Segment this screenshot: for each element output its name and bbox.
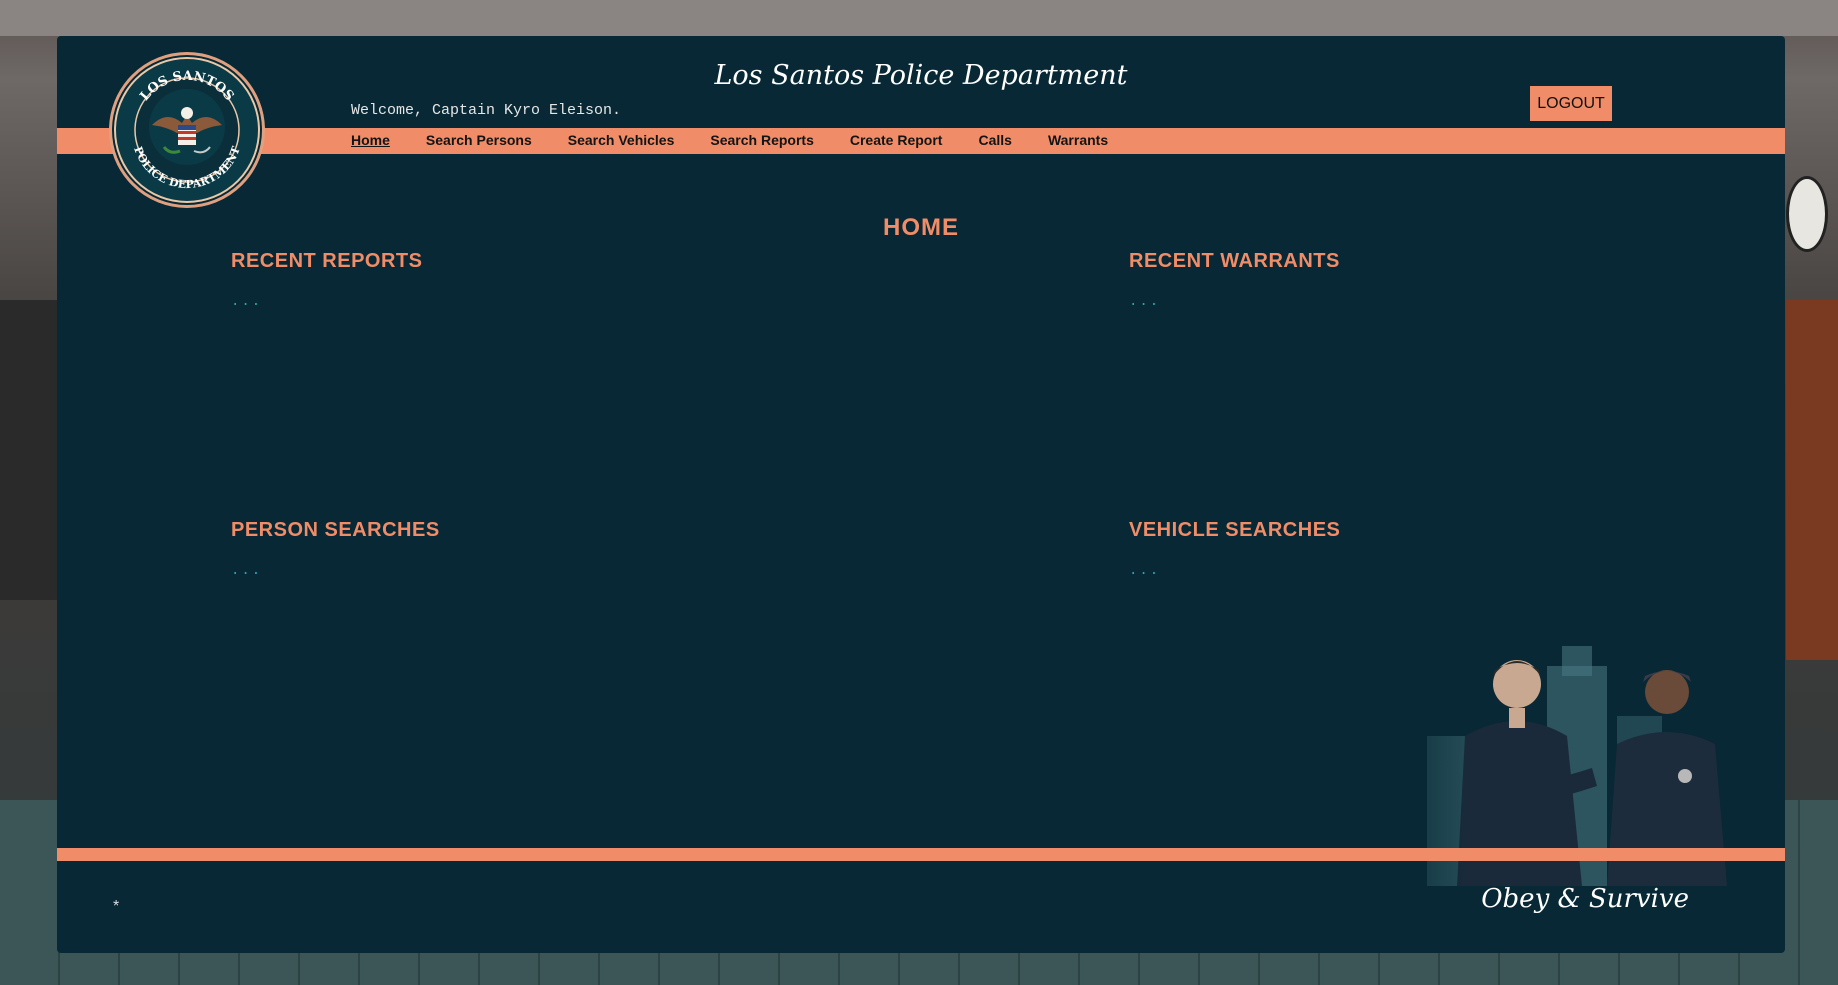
- nav-item-search-reports[interactable]: Search Reports: [710, 132, 813, 148]
- logout-button[interactable]: LOGOUT: [1530, 86, 1612, 121]
- recent-reports-list: ...: [231, 294, 263, 310]
- nav-item-search-vehicles[interactable]: Search Vehicles: [568, 132, 675, 148]
- recent-reports-title: RECENT REPORTS: [231, 250, 423, 272]
- background-ceiling: [0, 0, 1838, 36]
- background-clock: [1786, 176, 1828, 252]
- mdt-panel: LOS SANTOS POLICE DEPARTMENT Los Santos …: [57, 36, 1785, 953]
- nav-item-warrants[interactable]: Warrants: [1048, 132, 1108, 148]
- page-title: HOME: [883, 214, 959, 241]
- vehicle-searches-title: VEHICLE SEARCHES: [1129, 519, 1341, 541]
- nav-item-calls[interactable]: Calls: [978, 132, 1011, 148]
- nav-item-search-persons[interactable]: Search Persons: [426, 132, 532, 148]
- vehicle-searches-list: ...: [1129, 563, 1161, 579]
- nav-item-home[interactable]: Home: [351, 132, 390, 148]
- welcome-message: Welcome, Captain Kyro Eleison.: [351, 102, 622, 119]
- footer-motto: Obey & Survive: [1481, 884, 1689, 914]
- recent-warrants-list: ...: [1129, 294, 1161, 310]
- person-searches-title: PERSON SEARCHES: [231, 519, 440, 541]
- department-title: Los Santos Police Department: [714, 60, 1128, 91]
- background-wall-left: [0, 300, 57, 600]
- main-nav: Home Search Persons Search Vehicles Sear…: [351, 132, 1144, 148]
- footer-marker: *: [113, 898, 120, 915]
- background-wall-right: [1786, 300, 1838, 660]
- recent-warrants-title: RECENT WARRANTS: [1129, 250, 1340, 272]
- footer-bar: [57, 848, 1785, 861]
- nav-item-create-report[interactable]: Create Report: [850, 132, 943, 148]
- officers-illustration: [1367, 626, 1777, 886]
- person-searches-list: ...: [231, 563, 263, 579]
